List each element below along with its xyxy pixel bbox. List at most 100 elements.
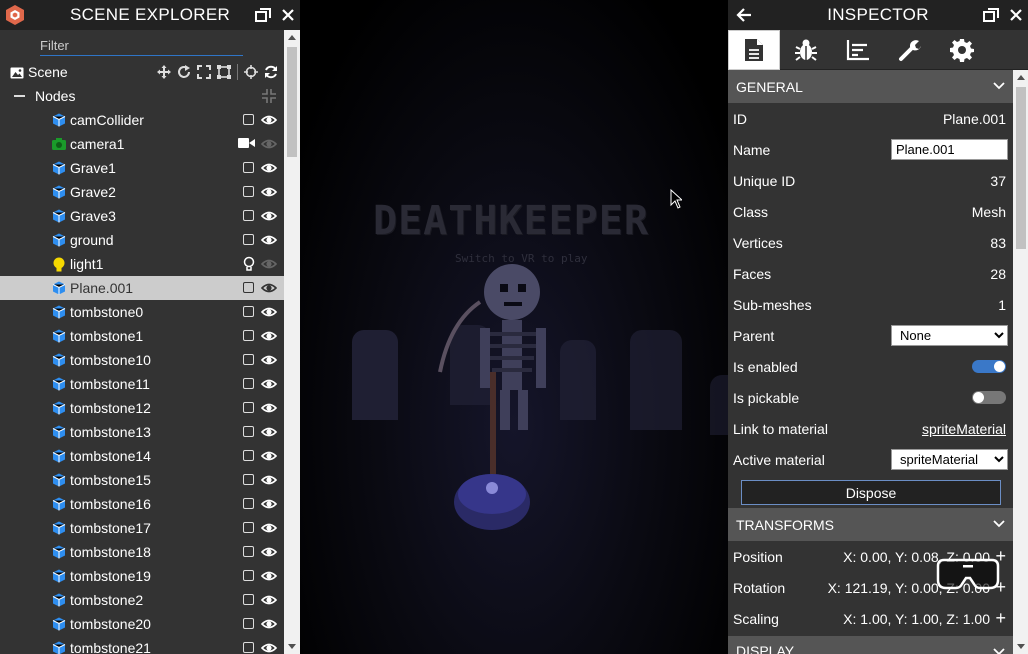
video-camera-icon[interactable] [238, 136, 256, 153]
node-row[interactable]: tombstone10 [0, 348, 284, 372]
visibility-eye-icon[interactable] [260, 400, 278, 419]
bounding-box-checkbox[interactable] [243, 354, 254, 365]
node-row[interactable]: Grave3 [0, 204, 284, 228]
node-row[interactable]: Grave2 [0, 180, 284, 204]
visibility-eye-icon[interactable] [260, 160, 278, 179]
scroll-down-icon[interactable] [288, 644, 296, 649]
bounding-box-checkbox[interactable] [243, 594, 254, 605]
scale-gizmo-icon[interactable] [197, 65, 211, 79]
active-material-select[interactable]: spriteMaterial [891, 449, 1008, 470]
visibility-eye-icon[interactable] [260, 568, 278, 587]
name-field[interactable] [891, 139, 1008, 160]
visibility-eye-icon[interactable] [260, 616, 278, 635]
visibility-eye-icon[interactable] [260, 472, 278, 491]
scroll-down-icon[interactable] [1017, 644, 1025, 649]
visibility-eye-icon[interactable] [260, 424, 278, 443]
bounding-box-checkbox[interactable] [243, 378, 254, 389]
node-row[interactable]: tombstone20 [0, 612, 284, 636]
visibility-eye-icon[interactable] [260, 256, 278, 275]
bulb-toggle-icon[interactable] [242, 256, 256, 275]
visibility-eye-icon[interactable] [260, 304, 278, 323]
popout-icon[interactable] [254, 0, 272, 30]
bounding-box-checkbox[interactable] [243, 642, 254, 653]
visibility-eye-icon[interactable] [260, 208, 278, 227]
tab-debug[interactable] [780, 30, 832, 70]
bounding-box-checkbox[interactable] [243, 450, 254, 461]
collapse-minus-icon[interactable] [14, 95, 25, 97]
bounding-box-checkbox[interactable] [243, 474, 254, 485]
visibility-eye-icon[interactable] [260, 328, 278, 347]
bounding-box-checkbox[interactable] [243, 402, 254, 413]
enabled-toggle[interactable] [972, 360, 1006, 373]
bounding-box-checkbox[interactable] [243, 546, 254, 557]
visibility-eye-icon[interactable] [260, 544, 278, 563]
bounding-box-checkbox[interactable] [243, 330, 254, 341]
material-link[interactable]: spriteMaterial [922, 421, 1006, 437]
visibility-eye-icon[interactable] [260, 352, 278, 371]
section-general-header[interactable]: GENERAL [728, 70, 1013, 103]
bounding-box-checkbox[interactable] [243, 618, 254, 629]
bounding-box-checkbox[interactable] [243, 162, 254, 173]
visibility-eye-icon[interactable] [260, 520, 278, 539]
bounding-box-checkbox[interactable] [243, 282, 254, 293]
nodes-group-row[interactable]: Nodes [0, 84, 284, 108]
bounding-box-checkbox[interactable] [243, 306, 254, 317]
bounding-box-gizmo-icon[interactable] [217, 65, 231, 79]
node-row[interactable]: tombstone14 [0, 444, 284, 468]
visibility-eye-icon[interactable] [260, 184, 278, 203]
visibility-eye-icon[interactable] [260, 592, 278, 611]
tab-properties[interactable] [728, 30, 780, 70]
compress-icon[interactable] [262, 89, 276, 106]
node-row[interactable]: tombstone2 [0, 588, 284, 612]
popout-icon[interactable] [982, 0, 1000, 30]
close-icon[interactable] [280, 0, 296, 30]
node-row[interactable]: tombstone15 [0, 468, 284, 492]
node-row[interactable]: tombstone12 [0, 396, 284, 420]
node-row[interactable]: tombstone13 [0, 420, 284, 444]
pickable-toggle[interactable] [972, 391, 1006, 404]
node-row[interactable]: light1 [0, 252, 284, 276]
bounding-box-checkbox[interactable] [243, 114, 254, 125]
visibility-eye-icon[interactable] [260, 448, 278, 467]
explorer-scrollbar[interactable] [284, 30, 300, 654]
refresh-icon[interactable] [264, 65, 278, 79]
node-row[interactable]: tombstone19 [0, 564, 284, 588]
close-icon[interactable] [1008, 0, 1024, 30]
bounding-box-checkbox[interactable] [243, 234, 254, 245]
bounding-box-checkbox[interactable] [243, 210, 254, 221]
explorer-scroll-thumb[interactable] [287, 47, 297, 157]
filter-input[interactable]: Filter [40, 38, 243, 56]
visibility-eye-icon[interactable] [260, 496, 278, 515]
node-row[interactable]: tombstone11 [0, 372, 284, 396]
visibility-eye-icon[interactable] [260, 232, 278, 251]
node-row[interactable]: tombstone1 [0, 324, 284, 348]
node-row[interactable]: tombstone18 [0, 540, 284, 564]
bounding-box-checkbox[interactable] [243, 570, 254, 581]
section-display-header[interactable]: DISPLAY [728, 636, 1013, 654]
inspector-scroll-thumb[interactable] [1016, 87, 1026, 249]
translate-gizmo-icon[interactable] [157, 65, 171, 79]
render-canvas[interactable]: DEATHKEEPER Switch to VR to play [300, 0, 728, 654]
scaling-value[interactable]: X: 1.00, Y: 1.00, Z: 1.00 [843, 611, 990, 627]
rotate-gizmo-icon[interactable] [177, 65, 191, 79]
bounding-box-checkbox[interactable] [243, 426, 254, 437]
inspector-scrollbar[interactable] [1013, 70, 1028, 654]
node-row[interactable]: ground [0, 228, 284, 252]
node-row[interactable]: Grave1 [0, 156, 284, 180]
dispose-button[interactable]: Dispose [741, 480, 1001, 505]
scroll-up-icon[interactable] [288, 35, 296, 40]
node-row[interactable]: tombstone21 [0, 636, 284, 654]
visibility-eye-icon[interactable] [260, 280, 278, 299]
node-row[interactable]: camera1 [0, 132, 284, 156]
bounding-box-checkbox[interactable] [243, 186, 254, 197]
node-row[interactable]: tombstone16 [0, 492, 284, 516]
tab-tools[interactable] [884, 30, 936, 70]
bounding-box-checkbox[interactable] [243, 498, 254, 509]
scroll-up-icon[interactable] [1017, 75, 1025, 80]
bounding-box-checkbox[interactable] [243, 522, 254, 533]
scene-root-row[interactable]: Scene [0, 60, 284, 84]
picking-crosshair-icon[interactable] [244, 65, 258, 79]
tab-statistics[interactable] [832, 30, 884, 70]
node-row[interactable]: camCollider [0, 108, 284, 132]
tab-settings[interactable] [936, 30, 988, 70]
